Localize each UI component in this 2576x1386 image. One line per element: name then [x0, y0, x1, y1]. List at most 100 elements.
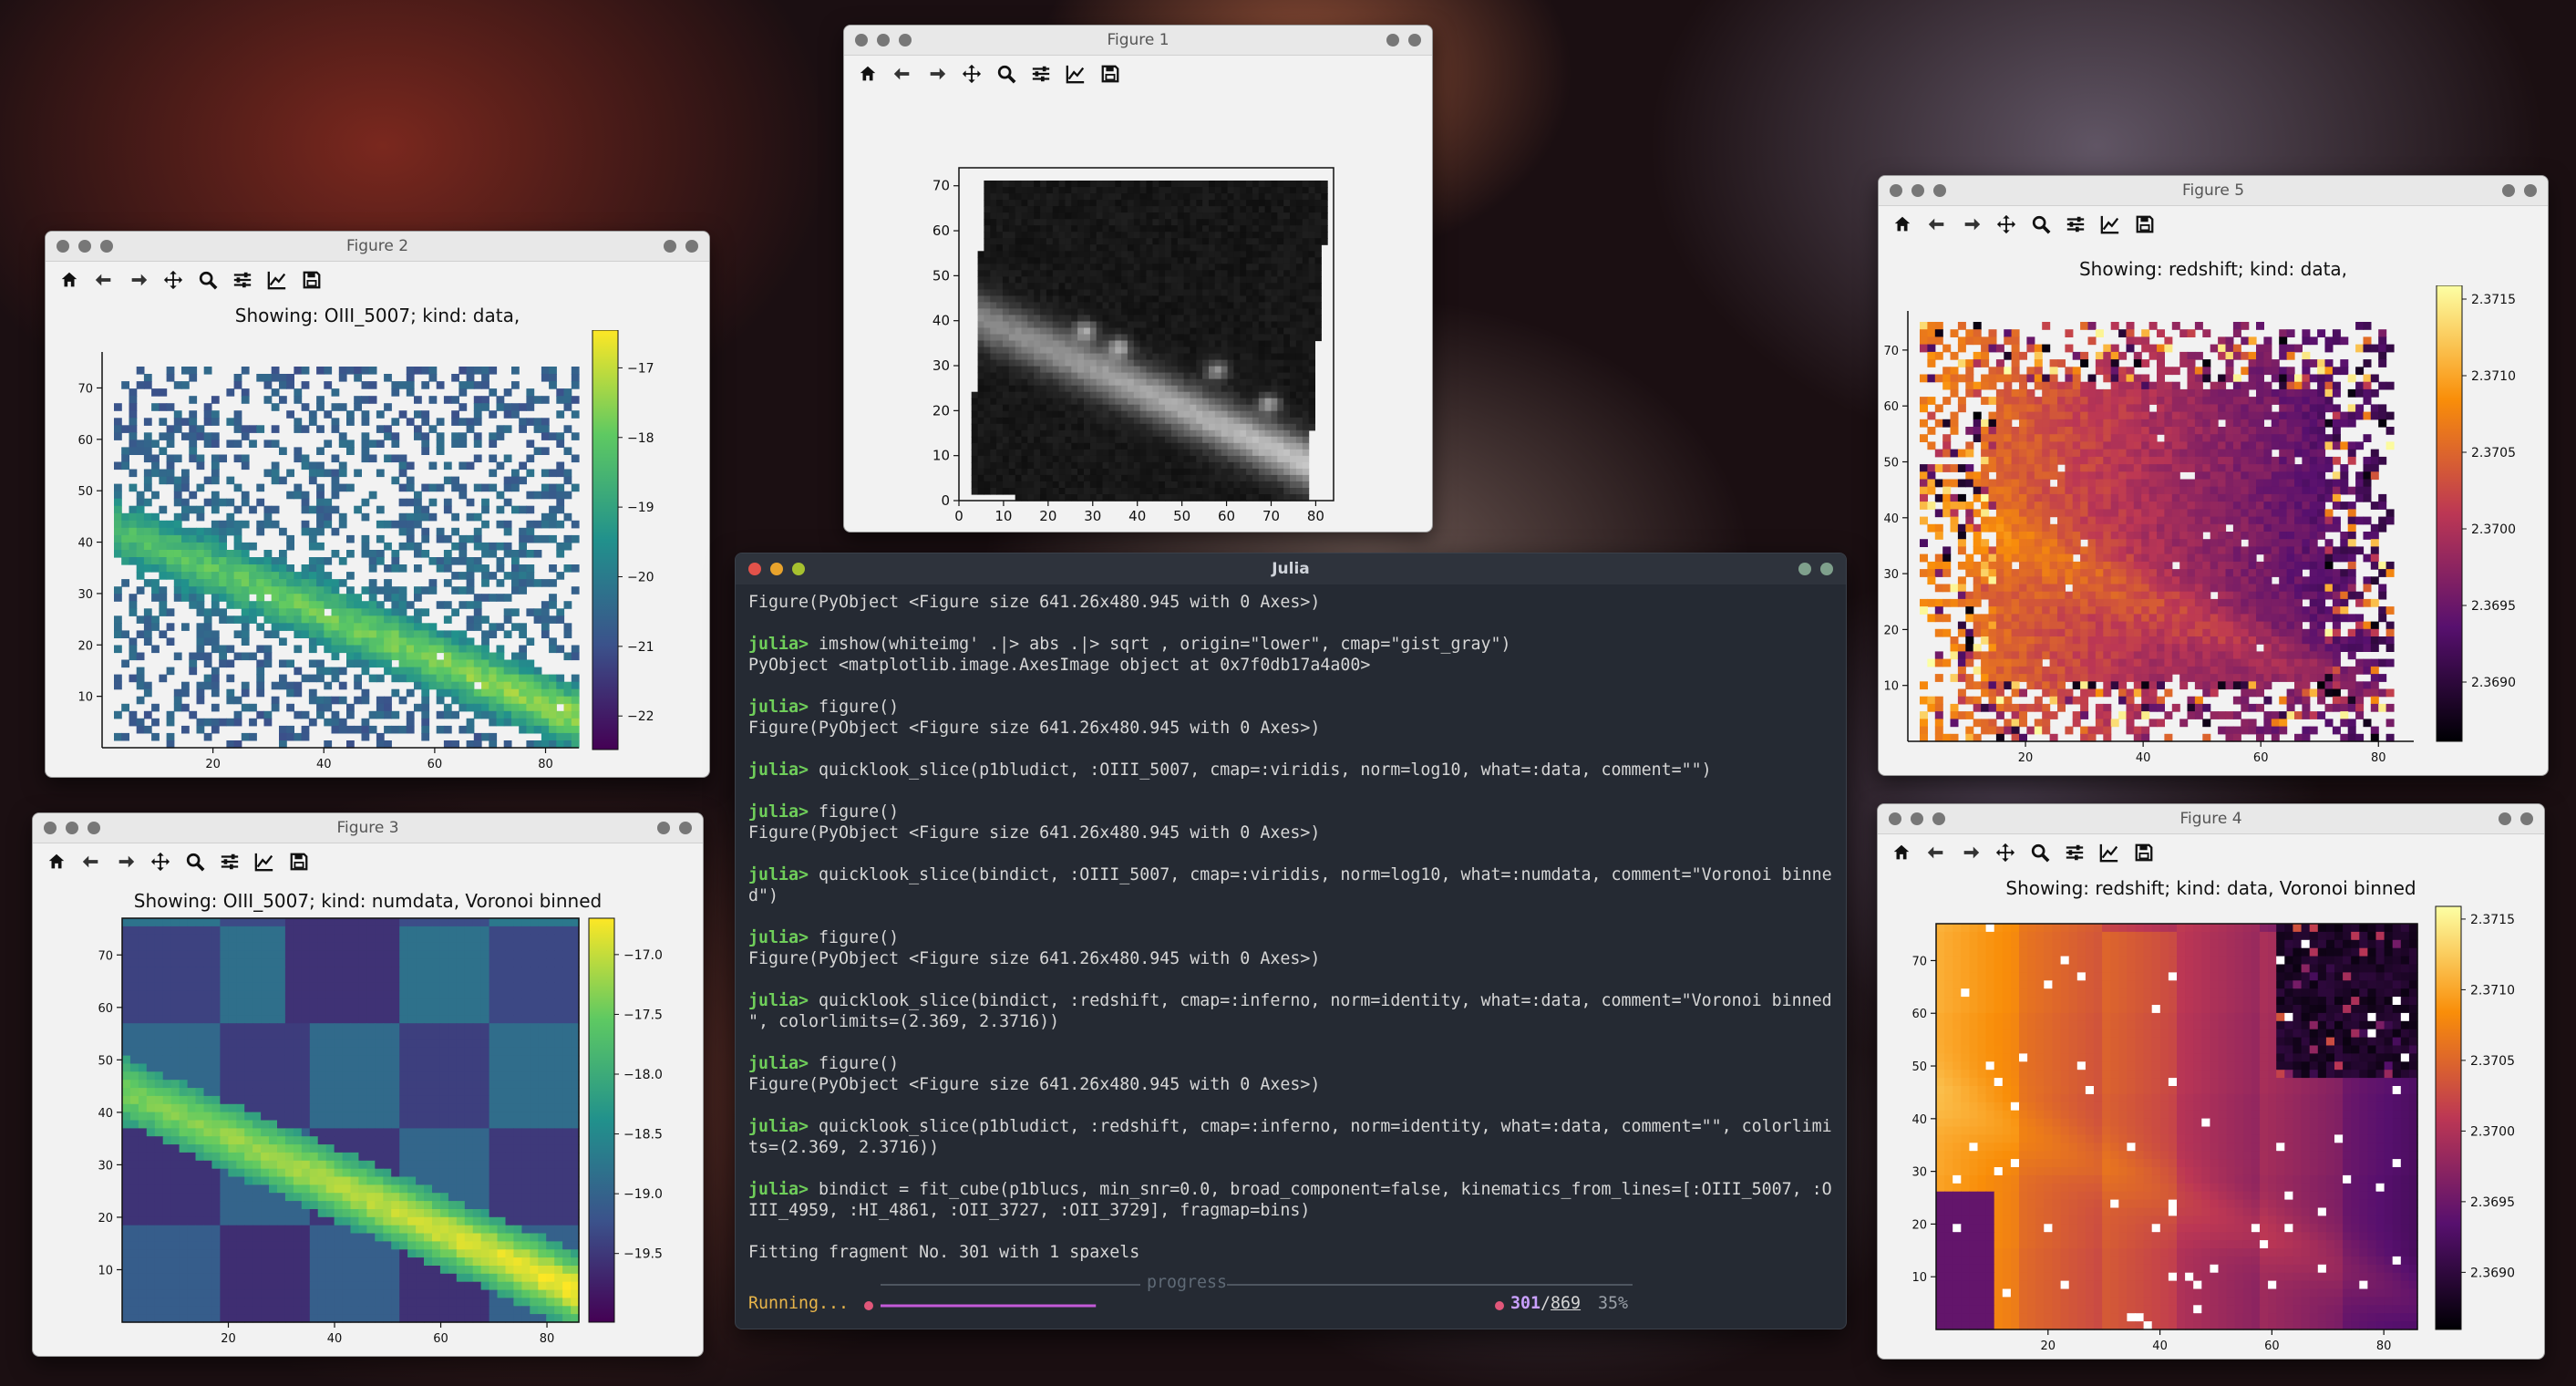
- close-icon[interactable]: [685, 240, 698, 253]
- titlebar[interactable]: Figure 5: [1879, 176, 2548, 206]
- y-tick-label: 30: [933, 357, 950, 374]
- close-icon[interactable]: [679, 822, 692, 834]
- y-tick-label: 20: [77, 639, 93, 653]
- forward-arrow-icon[interactable]: [926, 63, 948, 85]
- y-tick-label: 70: [98, 949, 113, 963]
- titlebar[interactable]: Figure 1: [844, 26, 1432, 56]
- terminal-text: III_4959, :HI_4861, :OII_3727, :OII_3729…: [748, 1201, 1311, 1220]
- save-icon[interactable]: [1099, 63, 1121, 85]
- back-arrow-icon[interactable]: [891, 63, 913, 85]
- home-icon[interactable]: [1891, 842, 1912, 864]
- shade-icon[interactable]: [664, 240, 676, 253]
- x-tick-label: 60: [2264, 1339, 2280, 1353]
- home-icon[interactable]: [58, 269, 80, 291]
- x-tick-label: 80: [2376, 1339, 2392, 1353]
- terminal-text: Fitting fragment No. 301 with 1 spaxels: [748, 1243, 1140, 1262]
- forward-arrow-icon[interactable]: [1961, 213, 1983, 235]
- plot-title: Showing: OIII_5007; kind: numdata, Voron…: [133, 890, 603, 912]
- y-tick-label: 20: [98, 1212, 113, 1226]
- zoom-icon[interactable]: [184, 851, 206, 873]
- edit-axes-icon[interactable]: [253, 851, 275, 873]
- colorbar: [588, 917, 615, 1323]
- home-icon[interactable]: [1891, 213, 1913, 235]
- colorbar-tick-label: 2.3695: [2471, 599, 2516, 614]
- titlebar[interactable]: Figure 2: [46, 232, 709, 262]
- forward-arrow-icon[interactable]: [128, 269, 149, 291]
- zoom-icon[interactable]: [2029, 842, 2051, 864]
- pan-icon[interactable]: [149, 851, 171, 873]
- subplots-config-icon[interactable]: [2064, 842, 2086, 864]
- close-icon[interactable]: [2520, 812, 2533, 825]
- y-tick-label: 60: [1883, 400, 1899, 414]
- progress-graphics: [864, 1284, 1633, 1310]
- terminal-text: figure(): [809, 802, 900, 822]
- terminal-line: Figure(PyObject <Figure size 641.26x480.…: [748, 948, 1833, 969]
- zoom-icon[interactable]: [197, 269, 219, 291]
- home-icon[interactable]: [857, 63, 879, 85]
- titlebar[interactable]: Julia: [736, 553, 1846, 584]
- y-tick-label: 60: [77, 434, 93, 448]
- shade-icon[interactable]: [2499, 812, 2511, 825]
- edit-axes-icon[interactable]: [2099, 213, 2121, 235]
- pan-icon[interactable]: [961, 63, 983, 85]
- home-icon[interactable]: [46, 851, 67, 873]
- titlebar[interactable]: Figure 3: [33, 813, 703, 843]
- forward-arrow-icon[interactable]: [1960, 842, 1982, 864]
- edit-axes-icon[interactable]: [2098, 842, 2120, 864]
- figure4-window: Figure 4 Showing: redshift; kind: data, …: [1877, 803, 2545, 1360]
- terminal-line: ts=(2.369, 2.3716)): [748, 1137, 1833, 1158]
- close-icon[interactable]: [1820, 563, 1833, 575]
- zoom-icon[interactable]: [995, 63, 1017, 85]
- pan-icon[interactable]: [1994, 842, 2016, 864]
- back-arrow-icon[interactable]: [93, 269, 115, 291]
- x-tick-label: 40: [316, 758, 332, 771]
- plot: 70 60 50 40 30 20 10 20 40 60 80 −17 −18 −19 −20 −21 −2…: [77, 330, 654, 771]
- back-arrow-icon[interactable]: [80, 851, 102, 873]
- julia-prompt: julia>: [748, 1180, 809, 1199]
- colorbar: [592, 330, 619, 750]
- julia-prompt: julia>: [748, 1117, 809, 1136]
- pan-icon[interactable]: [162, 269, 184, 291]
- shade-icon[interactable]: [2502, 184, 2515, 197]
- titlebar[interactable]: Figure 4: [1878, 804, 2544, 834]
- shade-icon[interactable]: [1798, 563, 1811, 575]
- edit-axes-icon[interactable]: [1065, 63, 1087, 85]
- back-arrow-icon[interactable]: [1925, 842, 1947, 864]
- y-tick-label: 50: [933, 267, 950, 284]
- terminal-line: julia> imshow(whiteimg' .|> abs .|> sqrt…: [748, 634, 1833, 655]
- y-tick-label: 50: [1911, 1060, 1927, 1074]
- save-icon[interactable]: [288, 851, 310, 873]
- edit-axes-icon[interactable]: [266, 269, 288, 291]
- save-icon[interactable]: [301, 269, 323, 291]
- pan-icon[interactable]: [1995, 213, 2017, 235]
- subplots-config-icon[interactable]: [232, 269, 253, 291]
- back-arrow-icon[interactable]: [1926, 213, 1948, 235]
- subplots-config-icon[interactable]: [2065, 213, 2087, 235]
- julia-prompt: julia>: [748, 760, 809, 780]
- window-title: Figure 1: [1107, 31, 1170, 49]
- subplots-config-icon[interactable]: [1030, 63, 1052, 85]
- subplots-config-icon[interactable]: [219, 851, 241, 873]
- forward-arrow-icon[interactable]: [115, 851, 137, 873]
- save-icon[interactable]: [2133, 842, 2155, 864]
- close-icon[interactable]: [1408, 34, 1421, 47]
- y-tick-label: 50: [77, 485, 93, 499]
- shade-icon[interactable]: [1386, 34, 1399, 47]
- y-tick-label: 40: [1911, 1113, 1927, 1127]
- zoom-icon[interactable]: [2030, 213, 2052, 235]
- terminal-output[interactable]: Figure(PyObject <Figure size 641.26x480.…: [736, 584, 1846, 1270]
- terminal-text: ts=(2.369, 2.3716)): [748, 1138, 940, 1157]
- window-title: Figure 3: [336, 819, 399, 837]
- close-icon[interactable]: [2524, 184, 2537, 197]
- colorbar: [2435, 905, 2462, 1330]
- save-icon[interactable]: [2134, 213, 2156, 235]
- colorbar-tick-label: 2.3705: [2470, 1054, 2515, 1069]
- toolbar: [1879, 206, 2548, 243]
- shade-icon[interactable]: [657, 822, 670, 834]
- y-tick-label: 10: [77, 691, 93, 705]
- colorbar-tick-label: −17.5: [623, 1008, 663, 1022]
